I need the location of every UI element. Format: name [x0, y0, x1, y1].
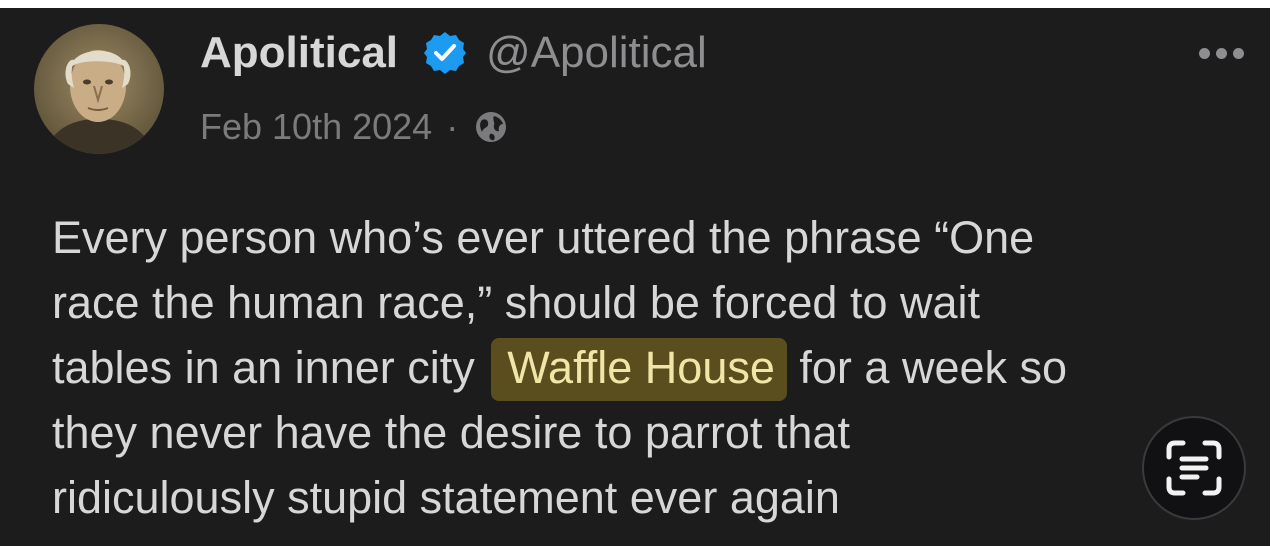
post-card: Apolitical @Apolitical Feb 10th 2024 · E…: [0, 8, 1270, 546]
selected-text-highlight[interactable]: Waffle House: [491, 338, 787, 401]
post-text-line: race the human race,” should be forced t…: [52, 277, 981, 328]
author-display-name[interactable]: Apolitical: [200, 28, 398, 78]
post-text-line: they never have the desire to parrot tha…: [52, 407, 850, 458]
post-meta: Feb 10th 2024 ·: [200, 102, 510, 152]
verified-badge-icon: [422, 30, 468, 76]
avatar[interactable]: [34, 24, 164, 154]
post-text-fragment: for a week so: [799, 342, 1068, 393]
author-row: Apolitical @Apolitical: [200, 24, 707, 82]
more-dot: [1199, 48, 1210, 59]
live-text-icon: [1166, 440, 1222, 496]
post-text: Every person who’s ever uttered the phra…: [52, 205, 1232, 530]
globe-icon: [472, 108, 510, 146]
author-handle[interactable]: @Apolitical: [486, 28, 707, 78]
more-options-icon[interactable]: [1199, 48, 1244, 59]
post-text-line: Every person who’s ever uttered the phra…: [52, 212, 1035, 263]
post-text-fragment: tables in an inner city: [52, 342, 475, 393]
live-text-button[interactable]: [1142, 416, 1246, 520]
post-text-line: tables in an inner city Waffle House for…: [52, 335, 1232, 401]
meta-separator: ·: [446, 106, 459, 147]
more-dot: [1216, 48, 1227, 59]
post-date: Feb 10th 2024: [200, 106, 433, 147]
post-text-line: ridiculously stupid statement ever again: [52, 472, 840, 523]
more-dot: [1233, 48, 1244, 59]
